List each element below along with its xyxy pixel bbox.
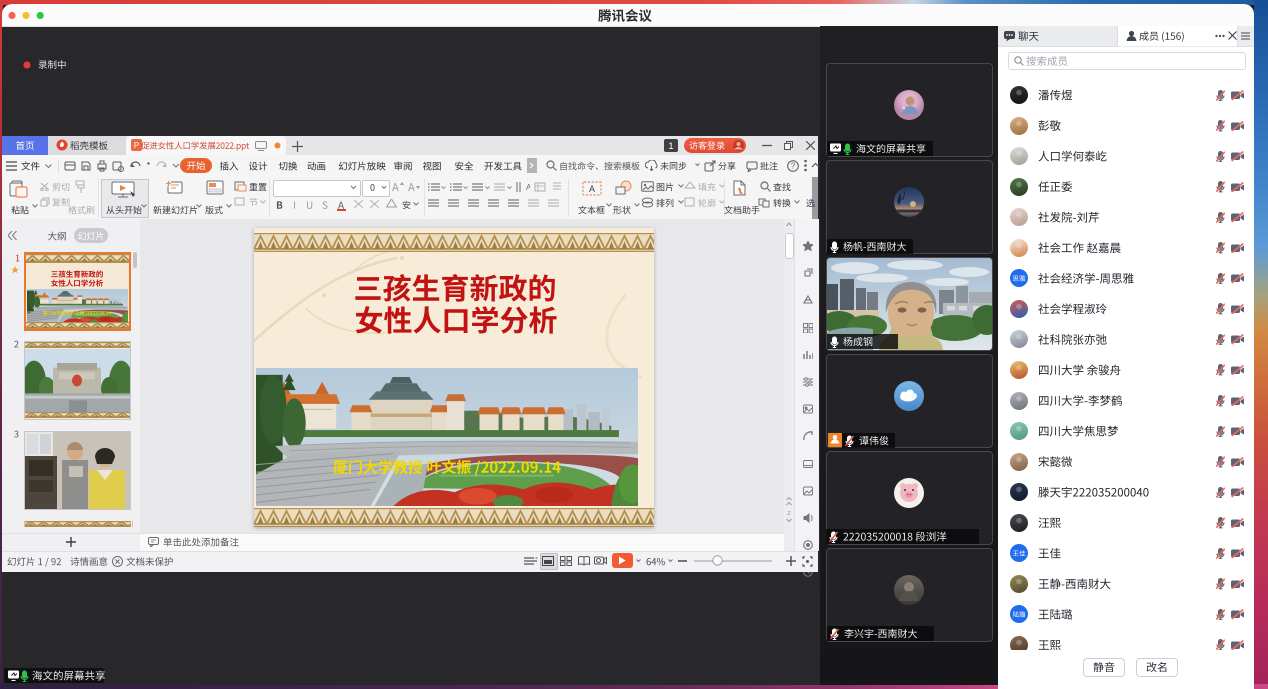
svg-text:P: P xyxy=(134,141,139,150)
svg-text:A: A xyxy=(526,183,530,192)
svg-text:1: 1 xyxy=(668,141,673,152)
svg-text:?: ? xyxy=(791,162,796,171)
svg-text:A: A xyxy=(589,184,595,194)
svg-text:z: z xyxy=(787,510,791,517)
